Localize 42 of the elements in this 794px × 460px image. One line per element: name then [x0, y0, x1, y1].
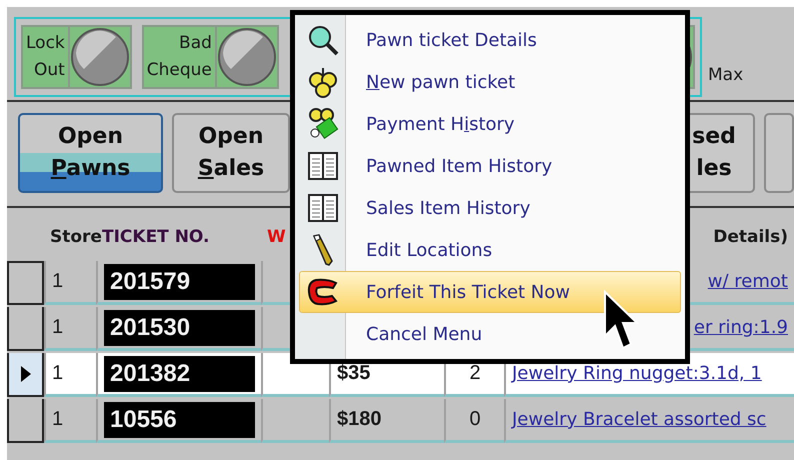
item-description-link[interactable]: w/ remot — [708, 271, 788, 292]
ticket-number: 201579 — [104, 264, 255, 300]
ticket-number: 201382 — [104, 356, 255, 392]
row-selector[interactable] — [7, 399, 44, 443]
menu-item[interactable]: Forfeit This Ticket Now — [299, 271, 681, 313]
indicator-label: Bad — [179, 32, 212, 55]
table-cell: 1 — [44, 261, 96, 305]
current-row-icon — [20, 366, 30, 382]
menu-item[interactable]: New pawn ticket — [299, 61, 681, 103]
item-description-link[interactable]: Jewelry Ring nugget:3.1d, 1 — [512, 363, 762, 384]
book-icon — [308, 152, 338, 180]
indicator-label: Cheque — [146, 59, 212, 82]
column-header: Store — [50, 227, 102, 247]
search-icon — [306, 23, 340, 57]
command-button[interactable]: Open Pawns — [18, 113, 163, 193]
row-selector[interactable] — [7, 353, 44, 397]
book-icon — [308, 194, 338, 222]
column-header: TICKET NO. — [102, 227, 210, 247]
column-header: Details) — [713, 227, 788, 247]
menu-item[interactable]: Pawn ticket Details — [299, 19, 681, 61]
row-selector[interactable] — [7, 307, 44, 351]
row-selector[interactable] — [7, 261, 44, 305]
menu-item[interactable]: Edit Locations — [299, 229, 681, 271]
pencil-icon — [311, 233, 335, 267]
indicator-caption: Max — [708, 65, 744, 85]
table-cell: 1 — [44, 399, 96, 443]
indicator-label: Out — [34, 59, 65, 82]
column-header: W — [267, 227, 286, 247]
item-description-link[interactable]: Jewelry Bracelet assorted sc — [512, 409, 766, 430]
three-balls-icon — [307, 66, 339, 98]
table-cell: $180 — [329, 399, 444, 443]
clamp-icon — [306, 277, 340, 307]
menu-item[interactable]: Cancel Menu — [299, 313, 681, 355]
ticket-number: 201530 — [104, 310, 255, 346]
table-cell: 0 — [444, 399, 504, 443]
item-description-link[interactable]: er ring:1.9 — [694, 317, 788, 338]
ticket-number: 10556 — [104, 402, 255, 438]
balls-and-money-icon — [307, 107, 339, 141]
table-cell: 1 — [44, 307, 96, 351]
table-cell: 1 — [44, 353, 96, 397]
command-button[interactable]: Open Sales — [172, 113, 290, 193]
indicator-label: Lock — [26, 32, 65, 55]
